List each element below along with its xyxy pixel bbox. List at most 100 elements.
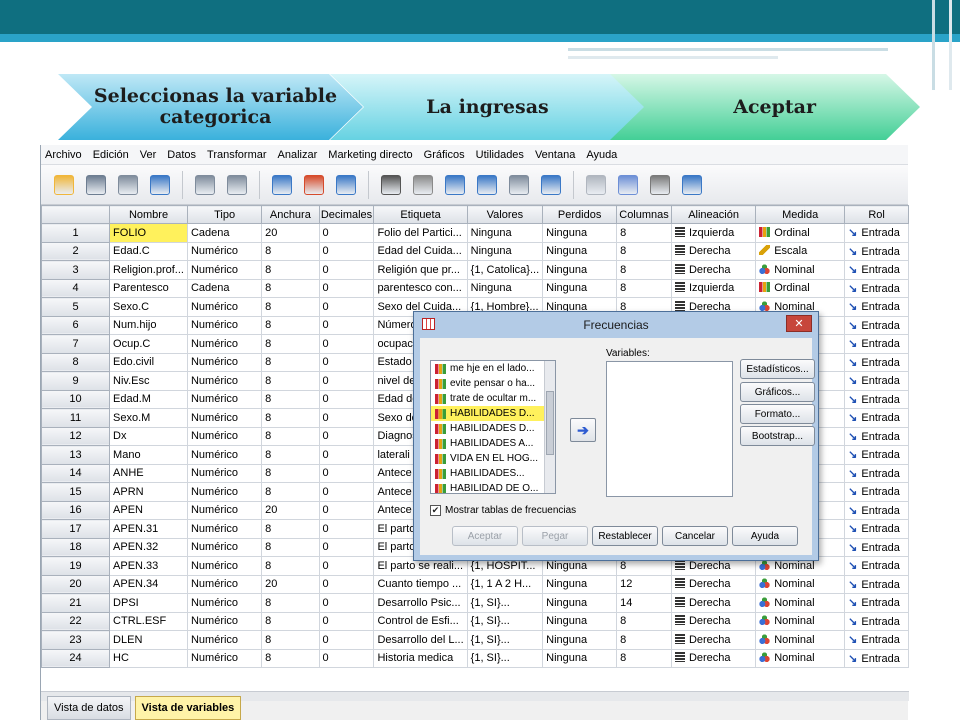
grid-cell[interactable]: Ninguna	[542, 223, 618, 243]
grid-cell[interactable]: Nominal	[755, 630, 846, 650]
grid-cell[interactable]: {1, SI}...	[466, 611, 544, 631]
column-header[interactable]: Rol	[844, 205, 909, 224]
grid-cell[interactable]: ↘ Entrada	[844, 648, 909, 668]
save-button[interactable]	[83, 172, 109, 198]
grid-cell[interactable]: Desarrollo Psic...	[373, 593, 468, 613]
menu-item[interactable]: Gráficos	[424, 149, 465, 161]
column-header[interactable]: Valores	[466, 205, 544, 224]
menu-item[interactable]: Marketing directo	[328, 149, 412, 161]
grid-cell[interactable]: Num.hijo	[109, 315, 188, 335]
paste-button[interactable]: Pegar	[522, 526, 588, 546]
table-row[interactable]: 21 DPSI Numérico 8 0 Desarrollo Psic... {1, SI…	[41, 593, 909, 613]
row-number[interactable]: 22	[41, 611, 111, 631]
help-button[interactable]: Ayuda	[732, 526, 798, 546]
grid-cell[interactable]: APEN.33	[109, 556, 188, 576]
grid-cell[interactable]: 0	[318, 630, 375, 650]
table-row[interactable]: 1 FOLIO Cadena 20 0 Folio del Partici... Ningu…	[41, 223, 909, 243]
grid-cell[interactable]: 0	[318, 223, 375, 243]
row-number[interactable]: 7	[41, 334, 111, 354]
grid-cell[interactable]: ↘ Entrada	[844, 408, 909, 428]
grid-cell[interactable]: Edo.civil	[109, 352, 188, 372]
grid-cell[interactable]: 8	[261, 371, 320, 391]
grid-cell[interactable]: Ninguna	[466, 223, 544, 243]
grid-cell[interactable]: Ninguna	[542, 630, 618, 650]
grid-cell[interactable]: 8	[616, 278, 672, 298]
grid-cell[interactable]: Ninguna	[542, 278, 618, 298]
grid-cell[interactable]: Numérico	[186, 260, 263, 280]
row-number[interactable]: 3	[41, 260, 111, 280]
grid-cell[interactable]: ↘ Entrada	[844, 241, 909, 261]
grid-cell[interactable]: 12	[616, 574, 672, 594]
grid-cell[interactable]: 0	[318, 371, 375, 391]
grid-cell[interactable]: Cadena	[186, 278, 263, 298]
grid-cell[interactable]: ↘ Entrada	[844, 445, 909, 465]
row-number[interactable]: 23	[41, 630, 111, 650]
table-row[interactable]: 22 CTRL.ESF Numérico 8 0 Control de Esfi... {1…	[41, 611, 909, 631]
grid-cell[interactable]: Derecha	[670, 593, 757, 613]
grid-cell[interactable]: 8	[261, 648, 320, 668]
corner-cell[interactable]	[41, 205, 111, 224]
menu-item[interactable]: Datos	[167, 149, 196, 161]
tab-variable-view[interactable]: Vista de variables	[134, 696, 242, 720]
grid-cell[interactable]: Edad.C	[109, 241, 188, 261]
select-cases-button[interactable]	[538, 172, 564, 198]
list-item[interactable]: HABILIDADES D...	[431, 406, 555, 421]
list-item[interactable]: trate de ocultar m...	[431, 391, 555, 406]
grid-cell[interactable]: Ordinal	[755, 223, 846, 243]
grid-cell[interactable]: 14	[616, 593, 672, 613]
row-number[interactable]: 2	[41, 241, 111, 261]
print-button[interactable]	[115, 172, 141, 198]
row-number[interactable]: 20	[41, 574, 111, 594]
grid-cell[interactable]: Numérico	[186, 519, 263, 539]
grid-cell[interactable]: Numérico	[186, 389, 263, 409]
goto-variable-button[interactable]	[301, 172, 327, 198]
grid-cell[interactable]: {1, 1 A 2 H...	[466, 574, 544, 594]
grid-cell[interactable]: Numérico	[186, 426, 263, 446]
grid-cell[interactable]: ↘ Entrada	[844, 593, 909, 613]
variables-button[interactable]	[333, 172, 359, 198]
column-header[interactable]: Anchura	[261, 205, 320, 224]
menu-item[interactable]: Edición	[93, 149, 129, 161]
grid-cell[interactable]: 0	[318, 648, 375, 668]
format-button[interactable]: Formato...	[740, 404, 815, 424]
grid-cell[interactable]: 8	[261, 241, 320, 261]
grid-cell[interactable]: Cuanto tiempo ...	[373, 574, 468, 594]
list-item[interactable]: me hje en el lado...	[431, 361, 555, 376]
grid-cell[interactable]: 0	[318, 537, 375, 557]
grid-cell[interactable]: 0	[318, 593, 375, 613]
grid-cell[interactable]: 8	[261, 556, 320, 576]
list-item[interactable]: HABILIDADES...	[431, 466, 555, 481]
menu-item[interactable]: Ventana	[535, 149, 575, 161]
grid-cell[interactable]: Nominal	[755, 260, 846, 280]
row-number[interactable]: 15	[41, 482, 111, 502]
row-number[interactable]: 18	[41, 537, 111, 557]
column-header[interactable]: Decimales	[318, 205, 375, 224]
grid-cell[interactable]: Ocup.C	[109, 334, 188, 354]
grid-cell[interactable]: 0	[318, 352, 375, 372]
grid-cell[interactable]: 8	[261, 260, 320, 280]
target-variable-list[interactable]	[606, 361, 733, 497]
grid-cell[interactable]: Numérico	[186, 593, 263, 613]
grid-cell[interactable]: ↘ Entrada	[844, 278, 909, 298]
list-scrollbar[interactable]	[544, 361, 555, 493]
grid-cell[interactable]: {1, SI}...	[466, 593, 544, 613]
grid-cell[interactable]: 0	[318, 334, 375, 354]
grid-cell[interactable]: Numérico	[186, 408, 263, 428]
grid-cell[interactable]: Edad del Cuida...	[373, 241, 468, 261]
row-number[interactable]: 24	[41, 648, 111, 668]
ok-button[interactable]: Aceptar	[452, 526, 518, 546]
grid-cell[interactable]: Ninguna	[466, 241, 544, 261]
cancel-button[interactable]: Cancelar	[662, 526, 728, 546]
grid-cell[interactable]: parentesco con...	[373, 278, 468, 298]
row-number[interactable]: 16	[41, 500, 111, 520]
grid-cell[interactable]: ↘ Entrada	[844, 556, 909, 576]
grid-cell[interactable]: Numérico	[186, 500, 263, 520]
table-row[interactable]: 3 Religion.prof... Numérico 8 0 Religión que …	[41, 260, 909, 280]
grid-cell[interactable]: 8	[261, 389, 320, 409]
grid-cell[interactable]: Numérico	[186, 556, 263, 576]
column-header[interactable]: Perdidos	[542, 205, 618, 224]
grid-cell[interactable]: Numérico	[186, 630, 263, 650]
grid-cell[interactable]: 8	[261, 315, 320, 335]
weight-cases-button[interactable]	[506, 172, 532, 198]
grid-cell[interactable]: Ninguna	[542, 574, 618, 594]
